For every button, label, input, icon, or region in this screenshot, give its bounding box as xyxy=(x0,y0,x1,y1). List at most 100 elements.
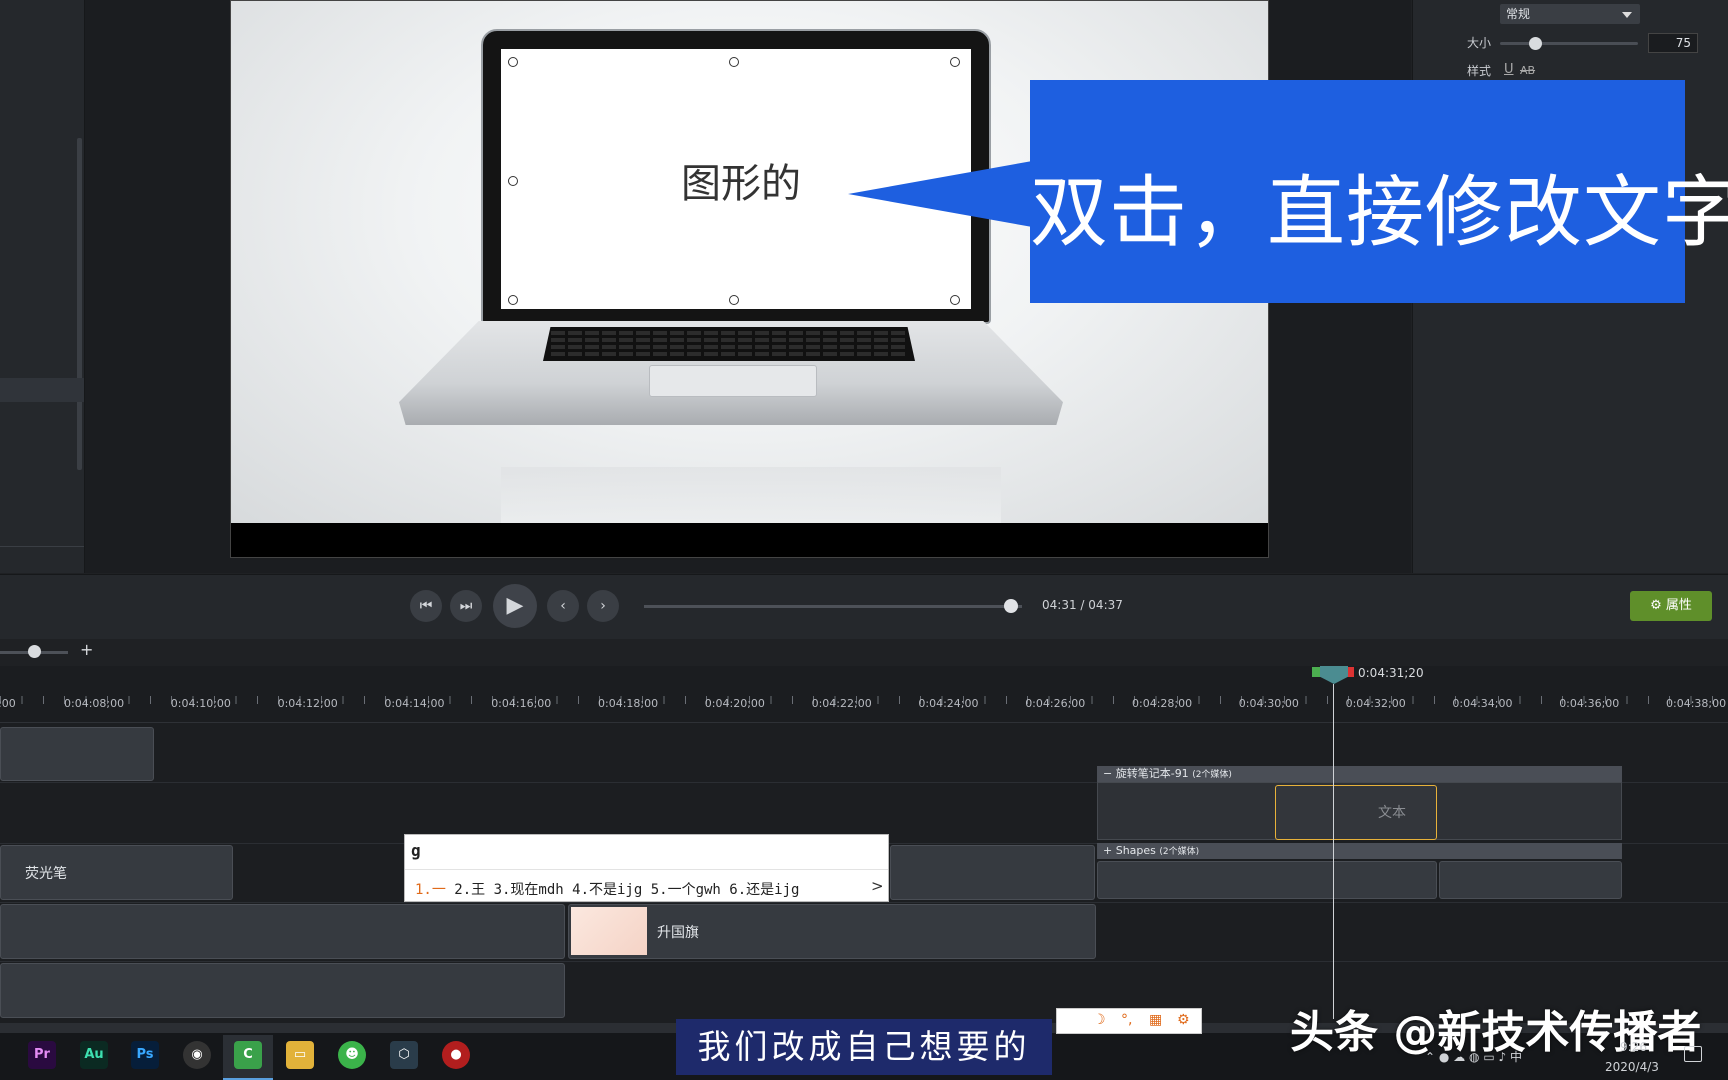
zoom-in-icon[interactable]: + xyxy=(80,640,93,659)
shape-clip[interactable] xyxy=(1097,861,1437,899)
ruler-tick-label: 0:04:26;00 xyxy=(1025,697,1086,710)
left-panel-selected-row[interactable] xyxy=(0,378,84,402)
gear-icon: ⚙ xyxy=(1650,598,1662,613)
ruler-tick-label: 0:04:30;00 xyxy=(1238,697,1299,710)
callout-text: 双击，直接修改文字 xyxy=(1030,168,1728,258)
audio-clip[interactable] xyxy=(0,963,565,1018)
audio-clip[interactable] xyxy=(0,904,565,959)
cloud-icon[interactable]: ☁ xyxy=(1453,1050,1465,1064)
play-button[interactable]: ▶ xyxy=(493,584,537,628)
highlighter-clip[interactable]: 荧光笔 xyxy=(0,845,233,900)
ruler-tick-label: 0:04:32;00 xyxy=(1345,697,1406,710)
next-marker-button[interactable]: › xyxy=(587,590,619,622)
seek-bar[interactable] xyxy=(644,605,1022,608)
properties-button-label: 属性 xyxy=(1665,598,1692,613)
laptop-trackpad xyxy=(649,365,817,397)
font-style-select[interactable]: 常规 xyxy=(1500,4,1640,24)
ime-candidate-list[interactable]: 1.一 2.王 3.现在mdh 4.不是ijg 5.一个gwh 6.还是ijg xyxy=(415,879,799,899)
collapse-icon[interactable]: − xyxy=(1103,767,1112,780)
text-clip-label: 文本 xyxy=(1378,805,1406,821)
time-separator: / xyxy=(1080,598,1085,612)
gear-icon[interactable]: ⚙ xyxy=(1177,1012,1190,1028)
size-slider-knob[interactable] xyxy=(1528,37,1542,50)
shape-clip[interactable] xyxy=(1439,861,1622,899)
size-input[interactable]: 75 xyxy=(1648,33,1698,53)
ime-candidates-rest[interactable]: 2.王 3.现在mdh 4.不是ijg 5.一个gwh 6.还是ijg xyxy=(446,882,799,898)
strikethrough-button[interactable]: AB xyxy=(1520,64,1535,77)
text-clip[interactable]: 文本 xyxy=(1275,785,1437,840)
ime-toolbar[interactable]: ☽ °, ▦ ⚙ xyxy=(1056,1008,1202,1034)
tray-app-icon[interactable]: ● xyxy=(1439,1050,1449,1064)
resize-handle-b[interactable] xyxy=(729,295,739,305)
resize-handle-tl[interactable] xyxy=(508,57,518,67)
moon-icon[interactable]: ☽ xyxy=(1093,1012,1106,1028)
properties-button[interactable]: ⚙ 属性 xyxy=(1630,591,1712,621)
step-back-button[interactable]: ⏮ xyxy=(410,590,442,622)
ruler-tick-label: :00 xyxy=(0,697,16,710)
size-slider[interactable] xyxy=(1500,42,1638,45)
obs-icon[interactable]: ◉ xyxy=(183,1041,211,1069)
laptop-shelf xyxy=(501,467,1001,523)
resize-handle-bl[interactable] xyxy=(508,295,518,305)
flag-clip-thumbnail xyxy=(571,907,647,955)
folder-icon[interactable]: ▭ xyxy=(286,1041,314,1069)
tray-app-icon[interactable]: ◍ xyxy=(1469,1050,1479,1064)
keyboard-icon[interactable]: ▦ xyxy=(1149,1012,1162,1028)
track-clip[interactable] xyxy=(890,845,1095,900)
nox-icon[interactable]: ⬡ xyxy=(390,1041,418,1069)
premiere-icon[interactable]: Pr xyxy=(28,1041,56,1069)
timeline-toolbar xyxy=(0,639,1728,665)
previous-marker-button[interactable]: ‹ xyxy=(547,590,579,622)
timeline-ruler[interactable] xyxy=(0,666,1728,723)
punctuation-icon[interactable]: °, xyxy=(1121,1012,1132,1028)
expand-icon[interactable]: + xyxy=(1103,844,1112,857)
wechat-icon[interactable]: ☻ xyxy=(338,1041,366,1069)
playhead-line xyxy=(1333,684,1334,1019)
ime-input-text: g xyxy=(411,841,421,860)
volume-icon[interactable]: ♪ xyxy=(1499,1050,1507,1064)
playhead-time: 0:04:31;20 xyxy=(1358,666,1424,680)
underline-button[interactable]: U xyxy=(1504,62,1514,77)
resize-handle-l[interactable] xyxy=(508,176,518,186)
photoshop-icon[interactable]: Ps xyxy=(131,1041,159,1069)
clock-date[interactable]: 2020/4/3 xyxy=(1605,1060,1659,1074)
style-label: 样式 xyxy=(1467,64,1492,78)
chevron-down-icon xyxy=(1622,12,1632,18)
app-icon[interactable]: ● xyxy=(442,1041,470,1069)
current-time: 04:31 xyxy=(1042,598,1077,612)
highlighter-clip-label: 荧光笔 xyxy=(25,866,67,882)
ruler-tick-label: 0:04:22;00 xyxy=(811,697,872,710)
size-label: 大小 xyxy=(1467,36,1492,50)
ruler-tick-label: 0:04:28;00 xyxy=(1132,697,1193,710)
network-icon[interactable]: ▭ xyxy=(1483,1050,1494,1064)
left-panel-scrollbar[interactable] xyxy=(77,138,82,470)
group-header[interactable]: − 旋转笔记本-91 (2个媒体) xyxy=(1097,766,1622,782)
chevron-up-icon[interactable]: ⌃ xyxy=(1425,1050,1435,1064)
ruler-tick-label: 0:04:20;00 xyxy=(704,697,765,710)
ime-candidate-window: g 1.一 2.王 3.现在mdh 4.不是ijg 5.一个gwh 6.还是ij… xyxy=(404,834,889,902)
ruler-tick-label: 0:04:36;00 xyxy=(1559,697,1620,710)
system-tray[interactable]: ⌃ ● ☁ ◍ ▭ ♪ 中 xyxy=(1425,1048,1522,1065)
audition-icon[interactable]: Au xyxy=(80,1041,108,1069)
time-readout: 04:31 / 04:37 xyxy=(1042,598,1123,612)
resize-handle-tr[interactable] xyxy=(950,57,960,67)
resize-handle-br[interactable] xyxy=(950,295,960,305)
shapes-group-header[interactable]: + Shapes (2个媒体) xyxy=(1097,843,1622,859)
step-forward-button[interactable]: ⏭ xyxy=(450,590,482,622)
ime-next-page-icon[interactable]: > xyxy=(871,877,884,895)
notification-icon[interactable] xyxy=(1684,1046,1702,1062)
laptop-keyboard xyxy=(543,327,915,361)
ruler-tick-label: 0:04:24;00 xyxy=(918,697,979,710)
total-time: 04:37 xyxy=(1088,598,1123,612)
camtasia-icon[interactable]: C xyxy=(234,1041,262,1069)
flag-clip[interactable]: 升国旗 xyxy=(568,904,1096,959)
zoom-slider-knob[interactable] xyxy=(28,645,41,658)
ime-candidate-1[interactable]: 1.一 xyxy=(415,882,446,898)
subtitle-caption: 我们改成自己想要的 xyxy=(676,1019,1052,1075)
resize-handle-t[interactable] xyxy=(729,57,739,67)
ruler-tick-label: 0:04:38;00 xyxy=(1666,697,1727,710)
seek-bar-knob[interactable] xyxy=(1003,599,1018,613)
ime-mode[interactable]: 中 xyxy=(1510,1050,1522,1064)
audio-clip[interactable] xyxy=(0,727,154,781)
clock-time[interactable]: 9:26 xyxy=(1620,1040,1647,1054)
